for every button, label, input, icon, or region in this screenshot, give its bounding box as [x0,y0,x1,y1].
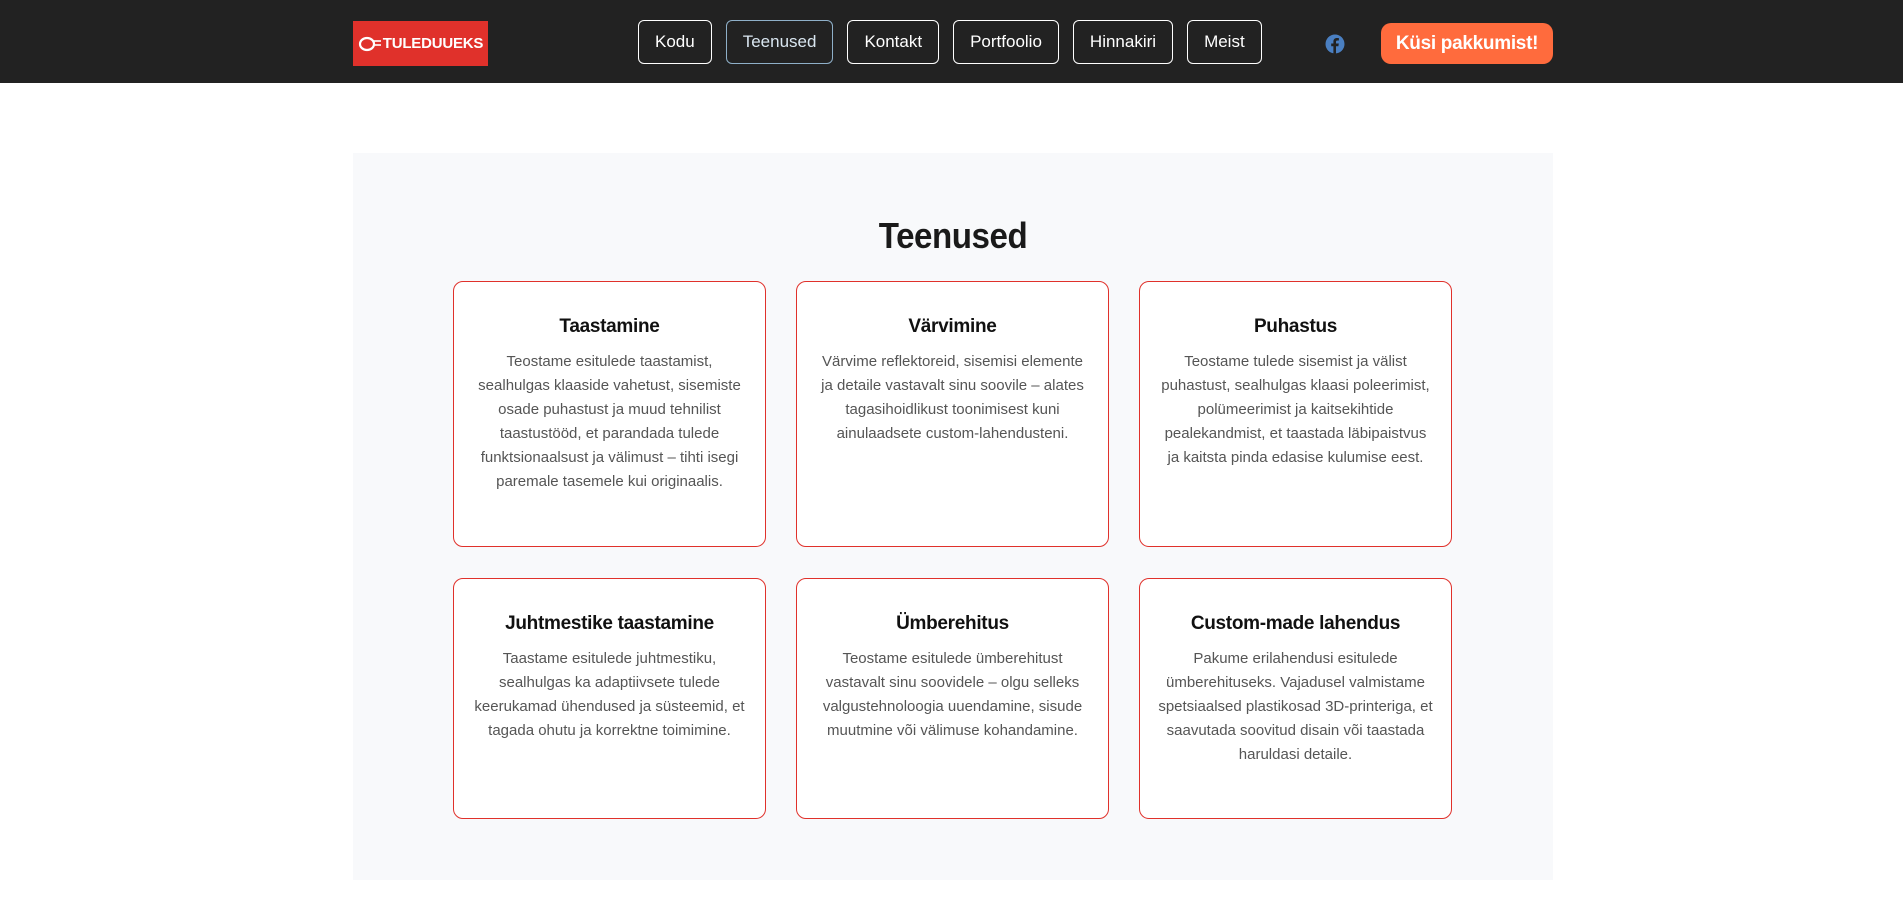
nav-kontakt[interactable]: Kontakt [847,20,940,64]
service-card-custom-made: Custom-made lahendus Pakume erilahendusi… [1139,578,1452,819]
card-text: Taastame esitulede juhtmestiku, sealhulg… [474,650,745,739]
service-card-taastamine: Taastamine Teostame esitulede taastamist… [453,281,766,547]
logo-text: TULEDUUEKS [382,35,484,52]
site-header: TULEDUUEKS Kodu Teenused Kontakt Portfoo… [0,0,1903,83]
service-card-puhastus: Puhastus Teostame tulede sisemist ja väl… [1139,281,1452,547]
main-nav: Kodu Teenused Kontakt Portfoolio Hinnaki… [638,20,1262,66]
nav-kodu[interactable]: Kodu [638,20,712,64]
card-text: Värvime reflektoreid, sisemisi elemente … [821,353,1084,442]
card-text: Pakume erilahendusi esitulede ümberehitu… [1158,650,1433,763]
card-title: Custom-made lahendus [1190,613,1401,634]
request-quote-button[interactable]: Küsi pakkumist! [1381,23,1553,64]
nav-teenused[interactable]: Teenused [725,20,834,64]
card-text: Teostame esitulede taastamist, sealhulga… [478,353,741,490]
nav-hinnakiri[interactable]: Hinnakiri [1072,20,1174,64]
section-title: Teenused [878,215,1028,256]
card-title: Puhastus [1253,316,1338,337]
facebook-icon[interactable] [1325,34,1345,54]
card-text: Teostame esitulede ümberehitust vastaval… [822,650,1083,739]
nav-portfoolio[interactable]: Portfoolio [953,20,1059,64]
card-title: Värvimine [908,316,997,337]
service-card-umberehitus: Ümberehitus Teostame esitulede ümberehit… [796,578,1109,819]
card-title: Ümberehitus [896,613,1009,634]
site-logo[interactable]: TULEDUUEKS [353,21,488,66]
nav-meist[interactable]: Meist [1187,20,1262,64]
card-title: Juhtmestike taastamine [505,613,714,634]
service-card-varvimine: Värvimine Värvime reflektoreid, sisemisi… [796,281,1109,547]
service-card-juhtmestike-taastamine: Juhtmestike taastamine Taastame esituled… [453,578,766,819]
headlight-logo-icon [358,36,381,51]
card-title: Taastamine [559,316,660,337]
card-text: Teostame tulede sisemist ja välist puhas… [1161,353,1430,466]
services-section: Teenused Taastamine Teostame esitulede t… [353,153,1553,880]
